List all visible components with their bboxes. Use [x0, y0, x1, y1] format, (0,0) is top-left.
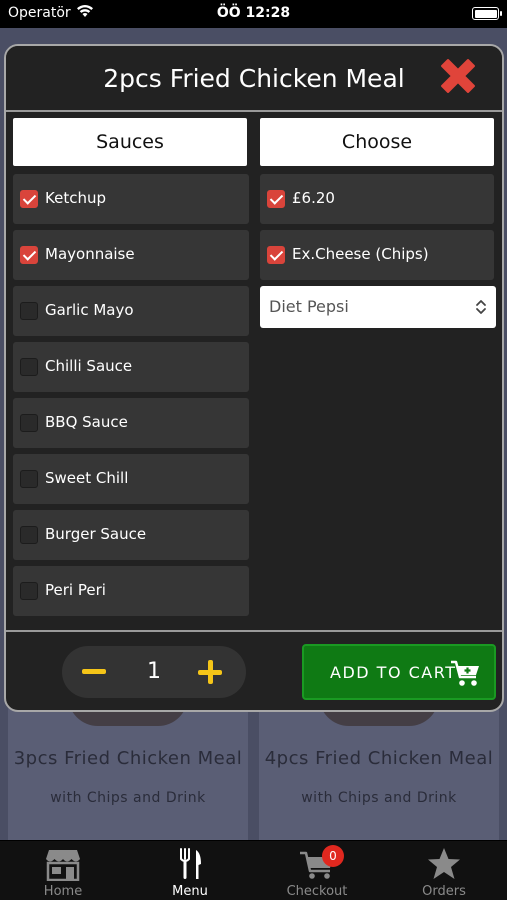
close-icon[interactable]: [436, 54, 480, 98]
sauce-label: Burger Sauce: [45, 525, 147, 543]
clock: ÖÖ 12:28: [216, 5, 291, 21]
checkbox[interactable]: [20, 470, 38, 488]
choose-label: £6.20: [292, 189, 335, 207]
menu-card-subtitle: with Chips and Drink: [301, 790, 457, 806]
sauce-label: Garlic Mayo: [45, 301, 134, 319]
sauce-option[interactable]: BBQ Sauce: [13, 398, 249, 448]
choose-header: Choose: [260, 118, 494, 166]
modal-header: 2pcs Fried Chicken Meal: [6, 46, 502, 112]
decrease-button[interactable]: [82, 669, 106, 674]
menu-card[interactable]: 4pcs Fried Chicken Meal with Chips and D…: [259, 696, 499, 840]
cart-count-badge: 0: [322, 845, 344, 867]
tab-label: Orders: [422, 884, 466, 899]
battery-icon: [472, 7, 502, 20]
tab-checkout[interactable]: 0 Checkout: [254, 841, 380, 900]
star-icon: [428, 848, 460, 879]
quantity-value: 1: [147, 659, 161, 684]
tab-label: Menu: [172, 884, 208, 899]
sauce-label: Peri Peri: [45, 581, 106, 599]
menu-card-subtitle: with Chips and Drink: [50, 790, 206, 806]
checkbox[interactable]: [20, 414, 38, 432]
tab-label: Checkout: [286, 884, 348, 899]
checkbox[interactable]: [20, 526, 38, 544]
sauces-header: Sauces: [13, 118, 247, 166]
tab-home[interactable]: Home: [0, 841, 126, 900]
checkbox[interactable]: [20, 190, 38, 208]
menu-card-title: 3pcs Fried Chicken Meal: [13, 748, 243, 769]
sauce-label: Sweet Chill: [45, 469, 129, 487]
tab-label: Home: [43, 884, 83, 899]
status-bar: Operatör ÖÖ 12:28: [0, 0, 507, 28]
quantity-stepper: 1: [62, 646, 246, 698]
modal-title: 2pcs Fried Chicken Meal: [103, 64, 405, 93]
tab-orders[interactable]: Orders: [381, 841, 507, 900]
sauce-option[interactable]: Peri Peri: [13, 566, 249, 616]
item-options-modal: 2pcs Fried Chicken Meal Sauces Choose Ke…: [4, 44, 504, 712]
footer-divider: [6, 630, 502, 632]
sauce-label: BBQ Sauce: [45, 413, 128, 431]
sauce-option[interactable]: Burger Sauce: [13, 510, 249, 560]
checkbox[interactable]: [20, 246, 38, 264]
add-to-cart-label: ADD TO CART: [330, 663, 457, 682]
choose-option[interactable]: Ex.Cheese (Chips): [260, 230, 494, 280]
cart-plus-icon: [451, 660, 479, 686]
checkbox[interactable]: [267, 190, 285, 208]
fork-knife-icon: [180, 848, 201, 879]
tab-bar: Home Menu 0 Checkout Orders: [0, 840, 507, 900]
store-icon: [46, 850, 80, 881]
sauce-option[interactable]: Ketchup: [13, 174, 249, 224]
checkbox[interactable]: [267, 246, 285, 264]
choose-label: Ex.Cheese (Chips): [292, 245, 429, 263]
checkbox[interactable]: [20, 358, 38, 376]
sauce-option[interactable]: Garlic Mayo: [13, 286, 249, 336]
sauce-label: Mayonnaise: [45, 245, 135, 263]
sauce-option[interactable]: Sweet Chill: [13, 454, 249, 504]
tab-menu[interactable]: Menu: [127, 841, 253, 900]
checkbox[interactable]: [20, 582, 38, 600]
sauce-label: Chilli Sauce: [45, 357, 133, 375]
sauce-option[interactable]: Mayonnaise: [13, 230, 249, 280]
checkbox[interactable]: [20, 302, 38, 320]
choose-option[interactable]: £6.20: [260, 174, 494, 224]
drink-select[interactable]: Diet Pepsi: [260, 286, 496, 328]
chevron-updown-icon: [476, 300, 486, 314]
sauce-option[interactable]: Chilli Sauce: [13, 342, 249, 392]
menu-card-title: 4pcs Fried Chicken Meal: [264, 748, 494, 769]
increase-button[interactable]: [198, 660, 222, 684]
drink-select-value: Diet Pepsi: [269, 297, 349, 316]
menu-card[interactable]: 3pcs Fried Chicken Meal with Chips and D…: [8, 696, 248, 840]
add-to-cart-button[interactable]: ADD TO CART: [302, 644, 496, 700]
sauce-label: Ketchup: [45, 189, 106, 207]
